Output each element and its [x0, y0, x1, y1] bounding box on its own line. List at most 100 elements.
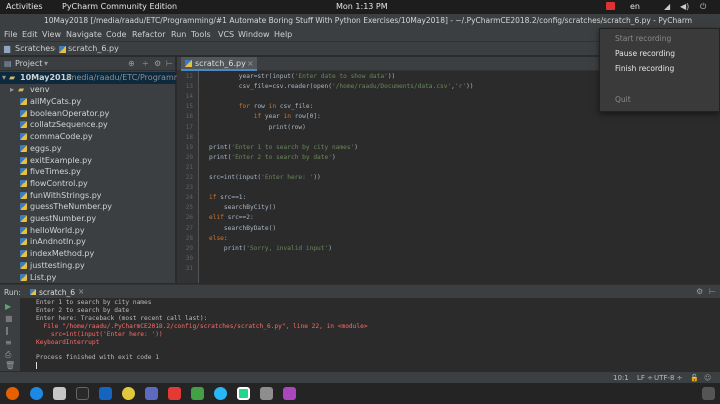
editor-tab[interactable]: scratch_6.py × [181, 57, 257, 71]
tree-file-item[interactable]: List.py [0, 272, 176, 284]
run-tab[interactable]: scratch_6 [39, 288, 75, 297]
tree-file-item[interactable]: allMyCats.py [0, 96, 176, 108]
folder-icon: ▰ [18, 85, 25, 94]
app-icon[interactable] [191, 387, 204, 400]
tree-file-item[interactable]: eggs.py [0, 143, 176, 155]
menu-navigate[interactable]: Navigate [66, 30, 102, 39]
tree-file-item[interactable]: inAndnotIn.py [0, 236, 176, 248]
line-number: 21 [185, 163, 193, 171]
hide-icon[interactable]: ⊢ [166, 59, 173, 68]
tree-file-item[interactable]: booleanOperator.py [0, 108, 176, 120]
print-icon[interactable]: ⎙ [5, 350, 11, 360]
code-line: if year in row[0]: [253, 113, 321, 121]
gear-icon[interactable]: ⚙ [154, 59, 161, 68]
tree-file-item[interactable]: justtesting.py [0, 260, 176, 272]
soft-wrap-icon[interactable]: ≡ [5, 338, 12, 347]
breadcrumb-scratches[interactable]: Scratches [15, 44, 54, 53]
menu-vcs[interactable]: VCS [218, 30, 234, 39]
menu-refactor[interactable]: Refactor [132, 30, 166, 39]
menu-window[interactable]: Window [238, 30, 270, 39]
python-file-icon [20, 133, 27, 141]
tree-file-item[interactable]: fiveTimes.py [0, 166, 176, 178]
app-icon[interactable] [214, 387, 227, 400]
tree-file-label: booleanOperator.py [30, 108, 110, 118]
activities-button[interactable]: Activities [6, 2, 43, 11]
chevron-right-icon: › [53, 44, 57, 53]
editor-tab-label: scratch_6.py [195, 59, 246, 68]
tree-folder-label: venv [30, 85, 50, 94]
app-icon[interactable] [145, 387, 158, 400]
menu-tools[interactable]: Tools [191, 30, 211, 39]
line-number: 23 [185, 184, 193, 192]
power-icon[interactable]: ⏻ [700, 2, 706, 12]
run-panel-header: Run: scratch_6 × ⚙ ⊢ [0, 284, 720, 298]
language-indicator[interactable]: en [630, 2, 640, 11]
rerun-icon[interactable]: ▶ [5, 302, 11, 311]
screen-recorder-icon[interactable] [606, 2, 615, 10]
chevron-down-icon[interactable]: ▾ [44, 59, 48, 68]
close-icon[interactable]: × [247, 59, 254, 68]
menu-code[interactable]: Code [106, 30, 126, 39]
menu-view[interactable]: View [42, 30, 61, 39]
tree-root[interactable]: ▾ ▰ 10May2018 /media/raadu/ETC/Programm [0, 72, 182, 84]
firefox-icon[interactable] [6, 387, 19, 400]
clock[interactable]: Mon 1:13 PM [336, 2, 388, 11]
tree-file-item[interactable]: flowControl.py [0, 178, 176, 190]
inspector-icon[interactable]: ☺ [704, 374, 711, 382]
close-icon[interactable]: × [78, 287, 84, 296]
stop-icon[interactable]: ■ [5, 314, 13, 323]
python-file-icon [20, 261, 27, 269]
quit-item[interactable]: Quit [615, 95, 631, 104]
network-icon[interactable]: ◢ [664, 2, 670, 11]
tree-file-item[interactable]: commaCode.py [0, 131, 176, 143]
gear-icon[interactable]: ⚙ [696, 287, 703, 296]
finish-recording-item[interactable]: Finish recording [615, 64, 674, 73]
line-separator[interactable]: LF ÷ [637, 374, 653, 382]
run-toolbar: ▶ ■ ∥ ≡ ⎙ 🗑 [0, 298, 20, 371]
trash-icon[interactable]: 🗑 [5, 361, 15, 370]
run-label: Run: [4, 288, 21, 297]
tree-file-item[interactable]: indexMethod.py [0, 248, 176, 260]
pause-icon[interactable]: ∥ [5, 326, 9, 335]
hide-icon[interactable]: ⊢ [709, 287, 716, 296]
terminal-icon[interactable] [76, 387, 89, 400]
line-number: 13 [185, 83, 193, 91]
menu-run[interactable]: Run [171, 30, 186, 39]
run-console[interactable]: Enter 1 to search by city names Enter 2 t… [20, 298, 720, 371]
volume-icon[interactable]: ◀) [680, 2, 689, 11]
menu-edit[interactable]: Edit [22, 30, 38, 39]
pause-recording-item[interactable]: Pause recording [615, 49, 675, 58]
tree-file-item[interactable]: guestNumber.py [0, 213, 176, 225]
tree-file-item[interactable]: funWithStrings.py [0, 190, 176, 202]
app-icon[interactable] [168, 387, 181, 400]
tree-file-label: eggs.py [30, 143, 62, 153]
menu-help[interactable]: Help [274, 30, 292, 39]
tree-file-label: flowControl.py [30, 178, 88, 188]
app-icon[interactable] [283, 387, 296, 400]
collapse-icon[interactable]: ÷ [142, 59, 149, 68]
tree-file-item[interactable]: helloWorld.py [0, 225, 176, 237]
pycharm-icon[interactable] [237, 387, 250, 400]
project-view-selector[interactable]: Project [15, 59, 42, 68]
tree-file-item[interactable]: guessTheNumber.py [0, 201, 176, 213]
tree-file-item[interactable]: collatzSequence.py [0, 119, 176, 131]
window-title: 10May2018 [/media/raadu/ETC/Programming/… [44, 16, 693, 25]
tree-folder-venv[interactable]: ▸ ▰ venv [0, 84, 176, 96]
app-menu[interactable]: PyCharm Community Edition [62, 2, 177, 11]
browser-icon[interactable] [30, 387, 43, 400]
menu-file[interactable]: File [4, 30, 17, 39]
sync-icon[interactable]: ⊕ [128, 59, 135, 68]
files-icon[interactable] [53, 387, 66, 400]
file-encoding[interactable]: UTF-8 ÷ [654, 374, 683, 382]
lock-icon[interactable]: 🔓 [690, 374, 699, 382]
caret-position[interactable]: 10:1 [613, 374, 629, 382]
tree-file-item[interactable]: exitExample.py [0, 155, 176, 167]
app-icon[interactable] [122, 387, 135, 400]
project-panel: ▤ Project ▾ ⊕ ÷ ⚙ ⊢ ▾ ▰ 10May2018 /media… [0, 57, 182, 284]
code-line: src=int(input('Enter here: ')) [209, 174, 321, 181]
tree-file-label: justtesting.py [30, 260, 85, 270]
show-apps-icon[interactable] [702, 387, 715, 400]
writer-icon[interactable] [99, 387, 112, 400]
breadcrumb-file[interactable]: scratch_6.py [68, 44, 119, 53]
app-icon[interactable] [260, 387, 273, 400]
